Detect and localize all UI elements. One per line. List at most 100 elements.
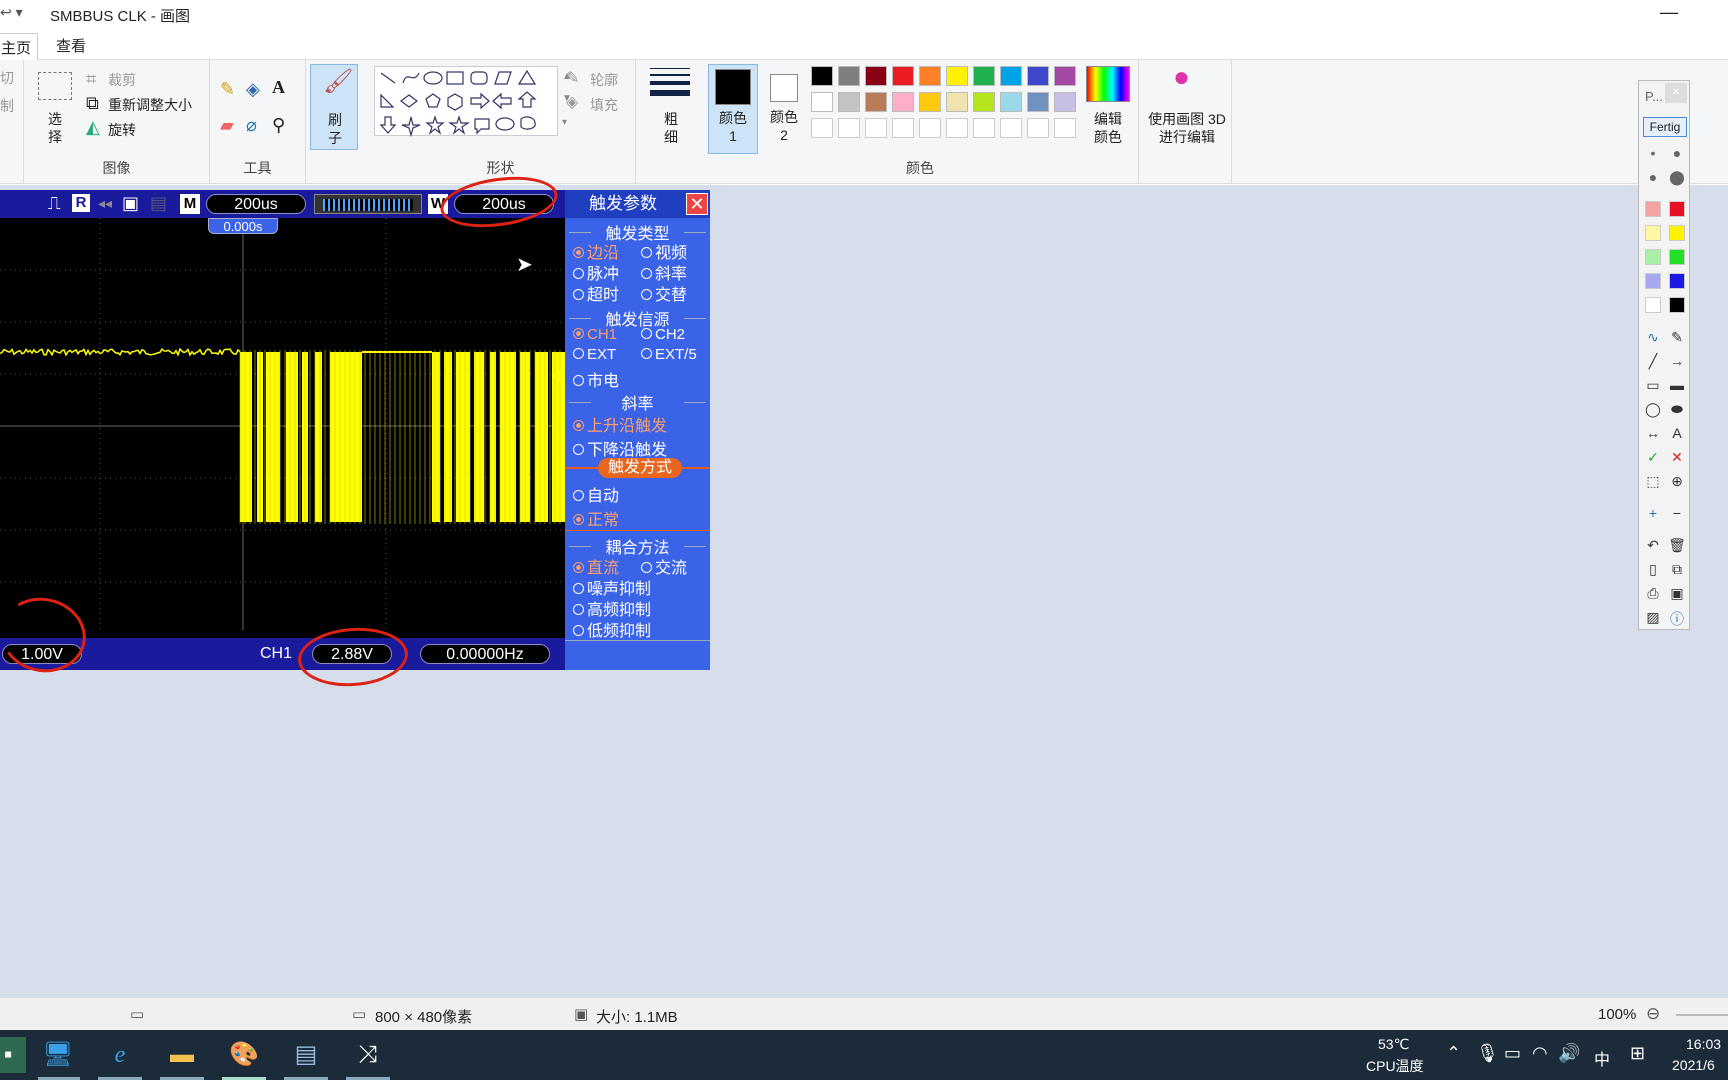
trash-icon[interactable]: 🗑 xyxy=(1667,537,1687,554)
select-button[interactable]: 选择 xyxy=(46,110,64,146)
palette-swatch-empty[interactable] xyxy=(892,118,914,138)
info-icon[interactable]: ⓘ xyxy=(1667,609,1687,629)
highlighter-icon[interactable]: ✎ xyxy=(1667,329,1687,346)
shuffle-icon[interactable]: ⤨ xyxy=(350,1037,386,1073)
palette-color-swatch[interactable] xyxy=(1645,225,1661,241)
palette-swatch-empty[interactable] xyxy=(919,118,941,138)
palette-swatch[interactable] xyxy=(1000,66,1022,86)
palette-swatch[interactable] xyxy=(865,92,887,112)
palette-swatch-empty[interactable] xyxy=(838,118,860,138)
print-icon[interactable]: ⎙ xyxy=(1643,585,1663,602)
color2-button[interactable]: 颜色 2 xyxy=(760,64,810,154)
eraser-icon[interactable]: ▰ xyxy=(220,116,234,134)
arrow-icon[interactable]: → xyxy=(1667,353,1687,369)
palette-swatch-empty[interactable] xyxy=(865,118,887,138)
outline-button[interactable]: 轮廓 xyxy=(590,70,618,90)
palette-color-swatch[interactable] xyxy=(1645,201,1661,217)
rectangle-icon[interactable]: ▭ xyxy=(1643,377,1663,394)
volume-icon[interactable]: 🔊 xyxy=(1558,1044,1580,1062)
palette-swatch[interactable] xyxy=(838,66,860,86)
palette-swatch[interactable] xyxy=(973,66,995,86)
done-button[interactable]: Fertig xyxy=(1643,117,1687,137)
palette-swatch[interactable] xyxy=(892,92,914,112)
dot-icon[interactable]: ● xyxy=(1667,145,1687,161)
palette-swatch[interactable] xyxy=(1054,92,1076,112)
palette-color-swatch[interactable] xyxy=(1669,249,1685,265)
palette-swatch[interactable] xyxy=(946,92,968,112)
crop-icon[interactable]: ⬚ xyxy=(1643,473,1663,490)
palette-swatch[interactable] xyxy=(919,66,941,86)
palette-swatch-empty[interactable] xyxy=(1000,118,1022,138)
zoom-icon[interactable]: ⊕ xyxy=(1667,473,1687,490)
color-picker-icon[interactable]: ⌀ xyxy=(246,116,257,134)
tab-home[interactable]: 主页 xyxy=(0,33,39,61)
palette-swatch[interactable] xyxy=(892,66,914,86)
palette-color-swatch[interactable] xyxy=(1669,201,1685,217)
shapes-gallery[interactable] xyxy=(374,66,558,138)
plus-icon[interactable]: + xyxy=(1643,505,1663,521)
shapes-more-icon[interactable]: ▾ xyxy=(562,114,567,132)
clock-time[interactable]: 16:03 xyxy=(1686,1036,1721,1052)
cross-icon[interactable]: ✕ xyxy=(1667,449,1687,466)
ie-icon[interactable]: e xyxy=(102,1037,138,1073)
pdf-icon[interactable]: ▤ xyxy=(288,1037,324,1073)
palette-close-icon[interactable]: × xyxy=(1665,83,1687,103)
color1-button[interactable]: 颜色 1 xyxy=(708,64,758,154)
palette-swatch[interactable] xyxy=(1000,92,1022,112)
size-label[interactable]: 粗细 xyxy=(662,110,680,146)
brush-button[interactable]: 🖌 刷子 xyxy=(310,64,358,150)
line-icon[interactable]: ╱ xyxy=(1643,353,1663,370)
magnifier-icon[interactable]: ⚲ xyxy=(272,116,285,134)
filled-rectangle-icon[interactable]: ▬ xyxy=(1667,377,1687,393)
text-icon[interactable]: A xyxy=(272,78,285,96)
medium-dot-icon[interactable]: ● xyxy=(1643,169,1663,185)
palette-color-swatch[interactable] xyxy=(1645,249,1661,265)
zoom-slider[interactable] xyxy=(1676,1014,1728,1016)
palette-swatch[interactable] xyxy=(919,92,941,112)
edit-colors-button[interactable]: 编辑颜色 xyxy=(1090,110,1126,146)
microphone-icon[interactable]: 🎙 xyxy=(1476,1044,1499,1062)
tab-view[interactable]: 查看 xyxy=(50,35,92,56)
input-mode-icon[interactable]: ⊞ xyxy=(1630,1044,1645,1062)
filled-ellipse-icon[interactable]: ⬬ xyxy=(1667,401,1687,418)
resize-button[interactable]: 重新调整大小 xyxy=(108,95,192,115)
rotate-button[interactable]: 旋转 xyxy=(108,120,136,140)
computer-icon[interactable]: 🖥 xyxy=(40,1037,76,1073)
palette-color-swatch[interactable] xyxy=(1669,297,1685,313)
check-icon[interactable]: ✓ xyxy=(1643,449,1663,466)
palette-swatch-empty[interactable] xyxy=(811,118,833,138)
image-icon[interactable]: ▨ xyxy=(1643,609,1663,626)
wifi-icon[interactable]: ◠ xyxy=(1532,1044,1548,1062)
cut-button[interactable]: 切 xyxy=(0,68,14,88)
fill-button[interactable]: 填充 xyxy=(590,95,618,115)
freehand-icon[interactable]: ∿ xyxy=(1643,329,1663,346)
minus-icon[interactable]: − xyxy=(1667,505,1687,521)
text-icon[interactable]: A xyxy=(1667,425,1687,441)
app-icon[interactable]: ▪ xyxy=(0,1037,26,1073)
paint-icon[interactable]: 🎨 xyxy=(226,1037,262,1073)
undo-icon[interactable]: ↶ xyxy=(1643,537,1663,554)
clock-date[interactable]: 2021/6 xyxy=(1672,1057,1715,1073)
palette-swatch-empty[interactable] xyxy=(1027,118,1049,138)
palette-swatch-empty[interactable] xyxy=(973,118,995,138)
palette-swatch[interactable] xyxy=(838,92,860,112)
palette-swatch[interactable] xyxy=(1054,66,1076,86)
new-page-icon[interactable]: ▯ xyxy=(1643,561,1663,578)
palette-swatch[interactable] xyxy=(1027,66,1049,86)
copy-icon[interactable]: ⧉ xyxy=(1667,561,1687,578)
palette-swatch[interactable] xyxy=(973,92,995,112)
palette-color-swatch[interactable] xyxy=(1645,297,1661,313)
palette-swatch[interactable] xyxy=(811,66,833,86)
palette-color-swatch[interactable] xyxy=(1669,273,1685,289)
battery-icon[interactable]: ▭ xyxy=(1504,1044,1521,1062)
fill-icon[interactable]: ◈ xyxy=(246,80,260,98)
small-dot-icon[interactable]: • xyxy=(1643,145,1663,161)
ime-indicator[interactable]: 中 xyxy=(1594,1046,1610,1070)
palette-swatch[interactable] xyxy=(865,66,887,86)
pencil-icon[interactable]: ✎ xyxy=(220,80,235,98)
save-icon[interactable]: ▣ xyxy=(1667,585,1687,602)
palette-swatch[interactable] xyxy=(811,92,833,112)
size-icon[interactable] xyxy=(650,68,690,96)
large-dot-icon[interactable]: ⬤ xyxy=(1667,169,1687,186)
palette-swatch-empty[interactable] xyxy=(946,118,968,138)
